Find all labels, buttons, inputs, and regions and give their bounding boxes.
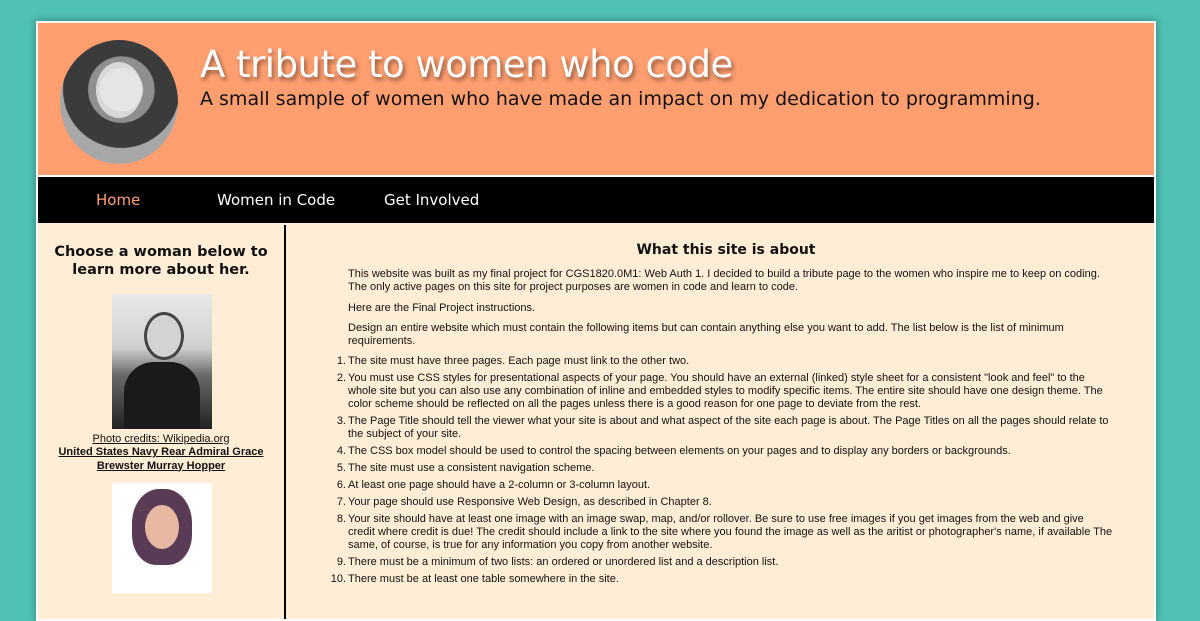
list-item: 4. The CSS box model should be used to co… (336, 445, 1011, 457)
list-item: 5. The site must use a consistent navigat… (336, 462, 595, 474)
list-item: 3. The Page Title should tell the viewer … (336, 415, 1109, 440)
list-item: 6. At least one page should have a 2-colu… (336, 479, 651, 491)
page-container: A tribute to women who code A small samp… (36, 21, 1156, 621)
photo-credit-link[interactable]: Photo credits: Wikipedia.org (38, 433, 284, 445)
profile-photo-grace-hopper[interactable] (112, 294, 212, 429)
list-item-text: You must use CSS styles for presentation… (348, 372, 1103, 410)
list-item-text: There must be at least one table somewhe… (348, 573, 619, 585)
list-item: 2. You must use CSS styles for presentati… (336, 372, 1103, 410)
list-item-text: The Page Title should tell the viewer wh… (348, 415, 1109, 440)
nav-home[interactable]: Home (96, 191, 140, 209)
requirements-list: 1. The site must have three pages. Each p… (330, 355, 1113, 590)
site-header: A tribute to women who code A small samp… (38, 23, 1154, 177)
list-item-text: At least one page should have a 2-column… (348, 479, 651, 491)
list-item: 8. Your site should have at least one ima… (336, 513, 1113, 551)
list-item-text: Your page should use Responsive Web Desi… (348, 496, 712, 508)
design-paragraph: Design an entire website which must cont… (348, 322, 1064, 347)
site-title: A tribute to women who code (200, 43, 733, 86)
author-avatar (60, 40, 178, 164)
list-item: 9. There must be a minimum of two lists: … (336, 556, 779, 568)
list-item-text: The site must have three pages. Each pag… (348, 355, 690, 367)
main-heading: What this site is about (636, 242, 816, 258)
list-item: 10. There must be at least one table some… (330, 573, 619, 585)
nav-women-in-code[interactable]: Women in Code (217, 191, 335, 209)
main-nav: Home Women in Code Get Involved (38, 177, 1154, 223)
intro-paragraph: This website was built as my final proje… (348, 268, 1100, 293)
list-item: 7. Your page should use Responsive Web De… (336, 496, 712, 508)
nav-get-involved[interactable]: Get Involved (384, 191, 479, 209)
main-content: What this site is about This website was… (286, 225, 1154, 619)
list-item-text: The site must use a consistent navigatio… (348, 462, 595, 474)
list-item-text: Your site should have at least one image… (348, 513, 1113, 551)
profile-name-link[interactable]: United States Navy Rear Admiral Grace Br… (38, 446, 284, 473)
site-subtitle: A small sample of women who have made an… (200, 88, 1041, 110)
profile-photo-2[interactable] (112, 483, 212, 593)
list-item-text: There must be a minimum of two lists: an… (348, 556, 779, 568)
sidebar: Choose a woman below to learn more about… (38, 225, 286, 619)
list-item: 1. The site must have three pages. Each p… (336, 355, 690, 367)
list-item-text: The CSS box model should be used to cont… (348, 445, 1011, 457)
sidebar-heading: Choose a woman below to learn more about… (54, 244, 268, 278)
instructions-label: Here are the Final Project instructions. (348, 302, 536, 314)
